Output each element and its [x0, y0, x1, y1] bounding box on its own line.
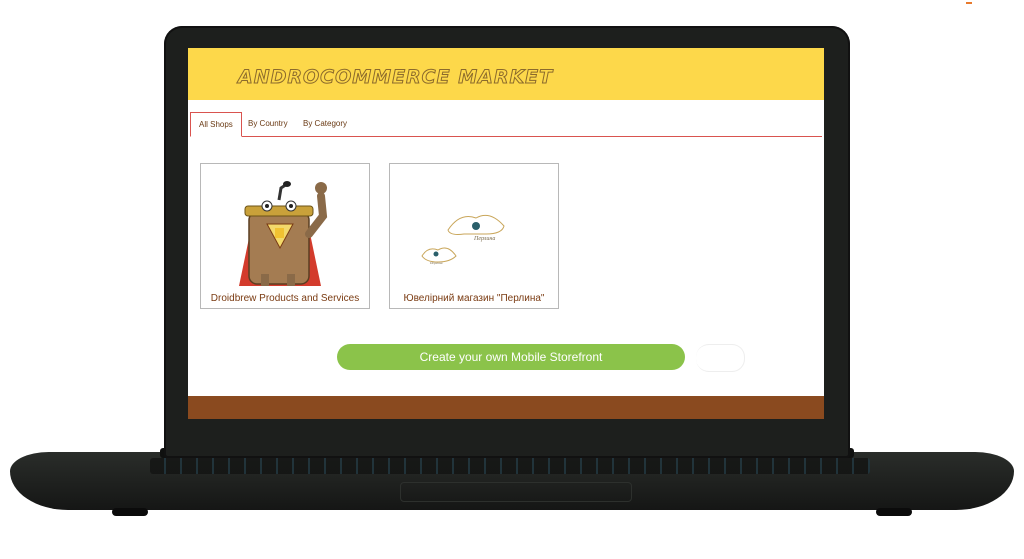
- tab-by-country[interactable]: By Country: [240, 112, 296, 136]
- laptop-screen: ANDROCOMMERCE MARKET All Shops By Countr…: [188, 48, 824, 419]
- laptop-trackpad: [400, 482, 632, 502]
- droidbrew-mascot-icon: [239, 181, 328, 286]
- shop-card-droidbrew[interactable]: Droidbrew Products and Services: [200, 163, 370, 309]
- laptop-foot-left: [112, 508, 148, 516]
- tab-by-category[interactable]: By Category: [295, 112, 355, 136]
- shop-card-title[interactable]: Droidbrew Products and Services: [201, 293, 369, 304]
- corner-mark: [966, 2, 972, 4]
- shop-card-perlyna[interactable]: Перлина Перлина Ювелірний магазин "Перли…: [389, 163, 559, 309]
- create-storefront-button[interactable]: Create your own Mobile Storefront: [337, 344, 685, 370]
- perlyna-logo-text: Перлина: [473, 236, 495, 242]
- laptop-foot-right: [876, 508, 912, 516]
- tab-all-shops[interactable]: All Shops: [190, 112, 242, 137]
- tab-bar: All Shops By Country By Category: [190, 112, 822, 137]
- perlyna-logo-text-small: Перлина: [429, 261, 443, 265]
- shop-card-title[interactable]: Ювелірний магазин "Перлина": [390, 293, 558, 304]
- laptop-keyboard: [150, 458, 870, 474]
- site-logo[interactable]: ANDROCOMMERCE MARKET: [237, 66, 553, 89]
- perlyna-logo-icon: Перлина Перлина: [421, 214, 505, 265]
- site-header: ANDROCOMMERCE MARKET: [188, 48, 824, 100]
- cta-decoration: [696, 344, 745, 372]
- site-footer: [188, 396, 824, 419]
